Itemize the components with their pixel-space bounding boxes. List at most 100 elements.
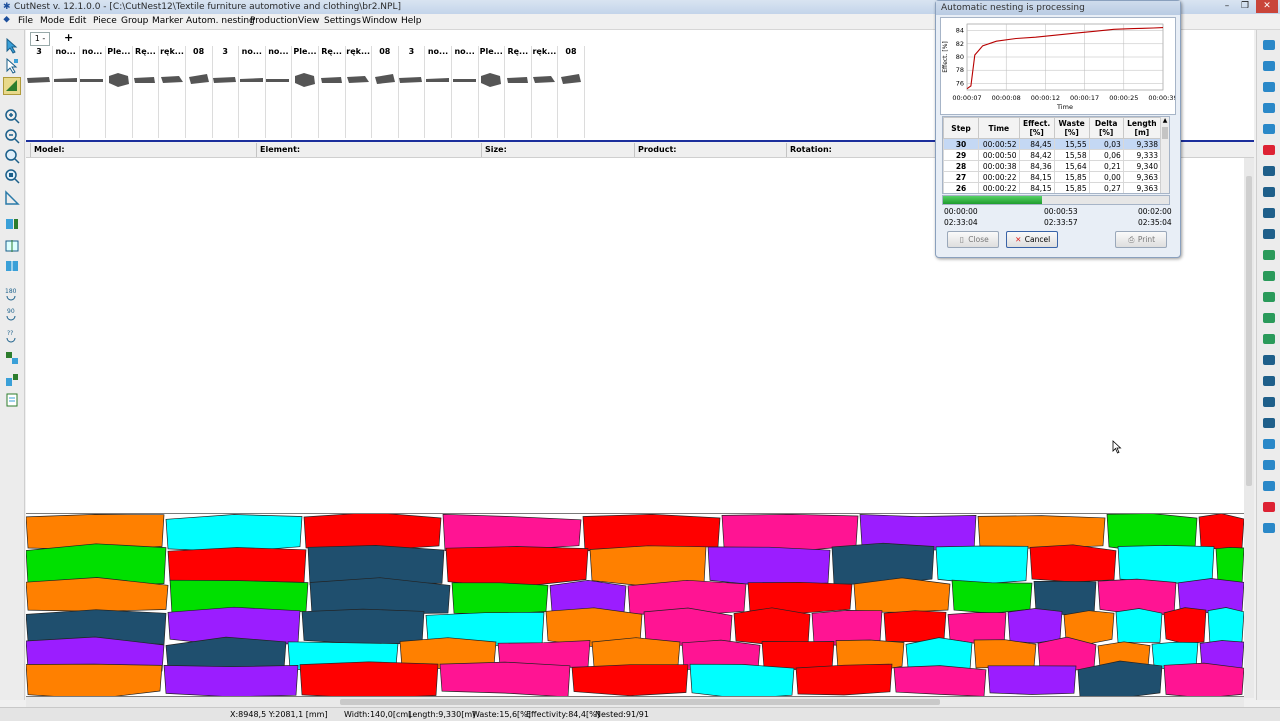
piece-thumb[interactable]: ręk... [159,46,186,138]
nested-piece[interactable] [1117,545,1215,584]
nested-piece[interactable] [987,665,1077,695]
spacing-3-icon[interactable] [1261,290,1277,304]
piece-thumb[interactable]: Ple... [292,46,319,138]
nested-piece[interactable] [853,577,951,613]
menu-marker[interactable]: Marker [152,14,183,29]
menu-app-icon[interactable]: ⯁ [3,14,10,29]
minimize-icon[interactable]: – [1218,0,1236,13]
move-icon[interactable] [1261,122,1277,136]
nested-piece[interactable] [973,639,1037,669]
auto-7-icon[interactable] [1261,479,1277,493]
piece-thumb[interactable]: Rę... [319,46,346,138]
nested-piece[interactable] [301,608,425,645]
menu-file[interactable]: File [18,14,33,29]
piece-thumb[interactable]: ręk... [531,46,559,138]
add-marker-button[interactable]: + [64,31,73,44]
table-header-cell[interactable]: Time [978,117,1020,139]
auto-6-icon[interactable] [1261,458,1277,472]
spacing-icon[interactable] [1261,248,1277,262]
nested-piece[interactable] [1163,607,1207,645]
table-header-cell[interactable]: Delta [%] [1088,117,1124,139]
piece-thumb[interactable]: 3 [26,46,53,138]
marker-tab-1[interactable]: 1 - [30,32,50,46]
nested-piece[interactable] [26,663,163,697]
spacing-4-icon[interactable] [1261,311,1277,325]
table-header-cell[interactable]: Length [m] [1122,117,1162,139]
align-icon[interactable] [4,216,20,232]
piece-view-icon[interactable] [1261,59,1277,73]
steps-table-container[interactable]: Step Time Effect. [%] Waste [%] Delta [%] Len… [942,116,1170,194]
nested-piece[interactable] [689,663,795,697]
nested-piece[interactable] [165,514,303,553]
menu-production[interactable]: Production [250,14,298,29]
nested-piece[interactable] [582,514,721,552]
place-piece-icon[interactable] [3,77,21,95]
menu-view[interactable]: View [298,14,319,29]
nest-icon[interactable] [1261,521,1277,535]
flip-icon[interactable] [4,238,20,254]
zoom-out-icon[interactable] [4,128,20,144]
table-row[interactable]: 26 00:00:22 84,15 15,85 0,27 9,363 [943,182,1162,193]
align-left-icon[interactable] [1261,353,1277,367]
table-header-cell[interactable]: Waste [%] [1053,117,1090,139]
select-arrow-icon[interactable] [4,38,20,54]
auto-1-icon[interactable] [1261,164,1277,178]
nested-piece[interactable] [309,577,451,615]
nested-piece[interactable] [883,610,947,643]
rotate-free-icon[interactable]: ?? [4,328,20,344]
nested-piece[interactable] [795,663,893,696]
print-button[interactable]: ⎙ Print [1115,231,1167,248]
piece-thumb[interactable]: no... [53,46,80,138]
table-row[interactable]: 28 00:00:38 84,36 15,64 0,21 9,340 [943,160,1162,172]
nested-piece[interactable] [747,581,853,614]
piece-thumb[interactable]: 08 [372,46,399,138]
nested-piece[interactable] [707,546,831,587]
select-node-icon[interactable] [4,58,20,74]
menu-edit[interactable]: Edit [69,14,86,29]
nested-piece[interactable] [1198,514,1244,550]
remove-icon[interactable] [1261,500,1277,514]
table-row[interactable]: 30 00:00:52 84,45 15,55 0,03 9,338 [943,138,1162,150]
menu-autom-nesting[interactable]: Autom. nesting [186,14,255,29]
nested-piece[interactable] [445,546,589,588]
nested-piece[interactable] [733,607,811,646]
piece-thumb[interactable]: Rę... [132,46,160,138]
piece-thumb[interactable]: 3 [212,46,240,138]
zoom-all-icon[interactable] [4,168,20,184]
table-scroll-thumb[interactable] [1162,127,1168,139]
piece-thumb[interactable]: 08 [186,46,213,138]
marker-nest[interactable] [26,513,1244,697]
ungroup-icon[interactable] [4,372,20,388]
piece-thumb[interactable]: 08 [558,46,585,138]
spacing-2-icon[interactable] [1261,269,1277,283]
close-button[interactable]: ▯ Close [947,231,999,248]
rotate-left-icon[interactable] [1261,80,1277,94]
piece-thumb[interactable]: Rę... [505,46,532,138]
cancel-button[interactable]: ✕ Cancel [1006,231,1058,248]
piece-list-icon[interactable] [1261,38,1277,52]
nested-piece[interactable] [442,514,582,552]
nested-piece[interactable] [1007,608,1063,644]
align-right-icon[interactable] [1261,374,1277,388]
nested-piece[interactable] [761,641,835,670]
auto-5-icon[interactable] [1261,437,1277,451]
nested-piece[interactable] [299,661,439,697]
horizontal-scroll-thumb[interactable] [340,699,940,705]
nested-piece[interactable] [1163,662,1244,697]
restore-icon[interactable]: ❐ [1236,0,1254,13]
menu-mode[interactable]: Mode [40,14,65,29]
piece-thumb[interactable]: no... [265,46,293,138]
spacing-5-icon[interactable] [1261,332,1277,346]
zoom-window-icon[interactable] [4,148,20,164]
nested-piece[interactable] [1115,608,1163,643]
menu-settings[interactable]: Settings [324,14,361,29]
piece-thumb[interactable]: Ple... [106,46,133,138]
nested-piece[interactable] [451,582,549,615]
nested-piece[interactable] [571,664,689,696]
piece-thumb[interactable]: no... [425,46,452,138]
rotate-90-icon[interactable]: 90 [4,306,20,322]
delete-icon[interactable] [1261,143,1277,157]
piece-thumb[interactable]: 3 [398,46,426,138]
menu-help[interactable]: Help [401,14,422,29]
menu-window[interactable]: Window [362,14,398,29]
